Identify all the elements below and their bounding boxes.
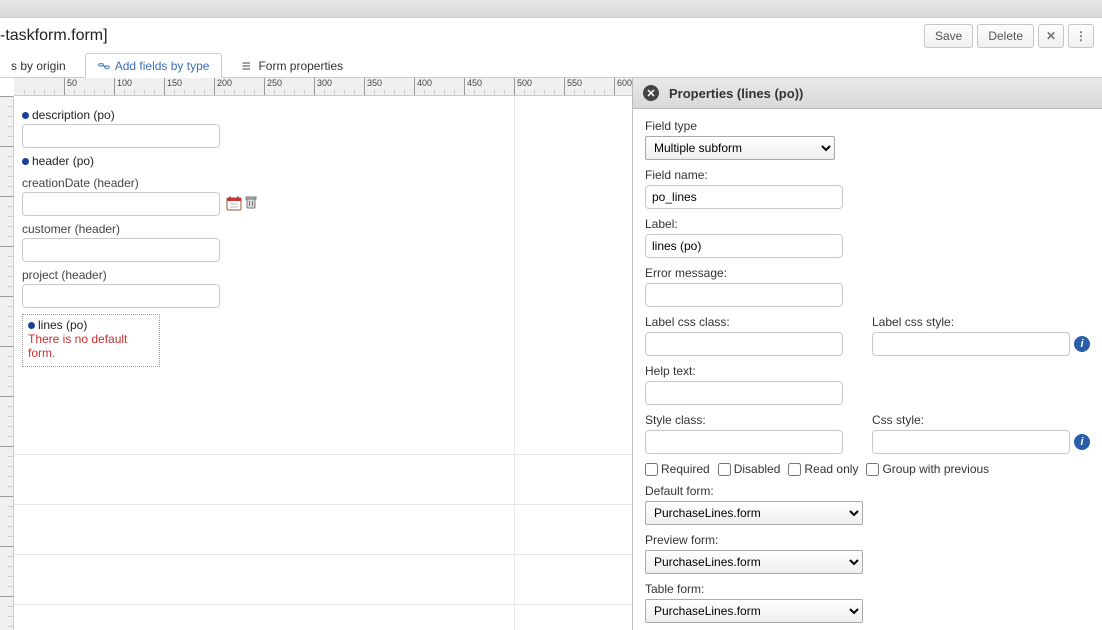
tab-label: Form properties <box>258 59 343 73</box>
delete-button[interactable]: Delete <box>977 24 1034 48</box>
field-name-input[interactable] <box>645 185 843 209</box>
tab-fields-by-origin[interactable]: s by origin <box>0 53 79 77</box>
link-icon <box>98 60 110 72</box>
label-input[interactable] <box>645 234 843 258</box>
field-creationdate[interactable]: creationDate (header) <box>22 174 624 216</box>
css-style-label: Css style: <box>872 413 1090 427</box>
default-form-select[interactable]: PurchaseLines.form <box>645 501 863 525</box>
customer-input[interactable] <box>22 238 220 262</box>
disabled-checkbox[interactable]: Disabled <box>718 462 781 476</box>
tab-form-properties[interactable]: Form properties <box>228 53 356 77</box>
list-icon <box>241 60 253 72</box>
field-dot-icon <box>22 112 29 119</box>
table-form-label: Table form: <box>645 582 1090 596</box>
disabled-check-input[interactable] <box>718 463 731 476</box>
save-button[interactable]: Save <box>924 24 973 48</box>
project-input[interactable] <box>22 284 220 308</box>
properties-panel: ✕ Properties (lines (po)) Field type Mul… <box>632 78 1102 630</box>
creationdate-input[interactable] <box>22 192 220 216</box>
properties-header: ✕ Properties (lines (po)) <box>633 78 1102 109</box>
required-check-input[interactable] <box>645 463 658 476</box>
info-icon[interactable]: i <box>1074 434 1090 450</box>
close-button[interactable]: ✕ <box>1038 24 1064 48</box>
label-label: Label: <box>645 217 1090 231</box>
error-input[interactable] <box>645 283 843 307</box>
tabs-bar: s by origin Add fields by type Form prop… <box>0 52 1102 78</box>
field-label-text: project (header) <box>22 266 624 284</box>
label-css-class-label: Label css class: <box>645 315 862 329</box>
help-input[interactable] <box>645 381 843 405</box>
style-class-label: Style class: <box>645 413 862 427</box>
default-form-label: Default form: <box>645 484 1090 498</box>
field-description[interactable]: description (po) <box>22 106 624 148</box>
preview-form-label: Preview form: <box>645 533 1090 547</box>
tab-label: s by origin <box>11 59 66 73</box>
groupprev-checkbox[interactable]: Group with previous <box>866 462 989 476</box>
field-dot-icon <box>22 158 29 165</box>
trash-icon[interactable] <box>244 195 258 214</box>
tab-add-fields-by-type[interactable]: Add fields by type <box>85 53 223 78</box>
style-class-input[interactable] <box>645 430 843 454</box>
design-canvas[interactable]: 50100150200250300350400450500550600 desc… <box>0 78 632 630</box>
readonly-checkbox[interactable]: Read only <box>788 462 858 476</box>
label-css-style-input[interactable] <box>872 332 1070 356</box>
field-header[interactable]: header (po) <box>22 152 624 170</box>
groupprev-check-input[interactable] <box>866 463 879 476</box>
field-project[interactable]: project (header) <box>22 266 624 308</box>
app-topbar <box>0 0 1102 18</box>
label-css-style-label: Label css style: <box>872 315 1090 329</box>
more-button[interactable]: ⋮ <box>1068 24 1094 48</box>
description-input[interactable] <box>22 124 220 148</box>
field-name-label: Field name: <box>645 168 1090 182</box>
field-label-text: customer (header) <box>22 220 624 238</box>
table-form-select[interactable]: PurchaseLines.form <box>645 599 863 623</box>
ruler-horizontal: 50100150200250300350400450500550600 <box>14 78 632 96</box>
help-label: Help text: <box>645 364 1090 378</box>
preview-form-select[interactable]: PurchaseLines.form <box>645 550 863 574</box>
ruler-vertical <box>0 96 14 630</box>
error-label: Error message: <box>645 266 1090 280</box>
header-actions: Save Delete ✕ ⋮ <box>924 24 1094 48</box>
field-label-text: header (po) <box>32 154 94 168</box>
required-checkbox[interactable]: Required <box>645 462 710 476</box>
info-icon[interactable]: i <box>1074 336 1090 352</box>
header-row: -taskform.form] Save Delete ✕ ⋮ <box>0 18 1102 52</box>
close-panel-icon[interactable]: ✕ <box>643 85 659 101</box>
field-type-select[interactable]: Multiple subform <box>645 136 835 160</box>
page-title: -taskform.form] <box>0 27 108 45</box>
field-type-label: Field type <box>645 119 1090 133</box>
field-label-text: creationDate (header) <box>22 174 624 192</box>
properties-title: Properties (lines (po)) <box>669 86 803 101</box>
readonly-check-input[interactable] <box>788 463 801 476</box>
calendar-icon[interactable] <box>226 195 242 214</box>
tab-label: Add fields by type <box>115 59 210 73</box>
field-label-text: description (po) <box>32 108 115 122</box>
css-style-input[interactable] <box>872 430 1070 454</box>
field-customer[interactable]: customer (header) <box>22 220 624 262</box>
label-css-class-input[interactable] <box>645 332 843 356</box>
